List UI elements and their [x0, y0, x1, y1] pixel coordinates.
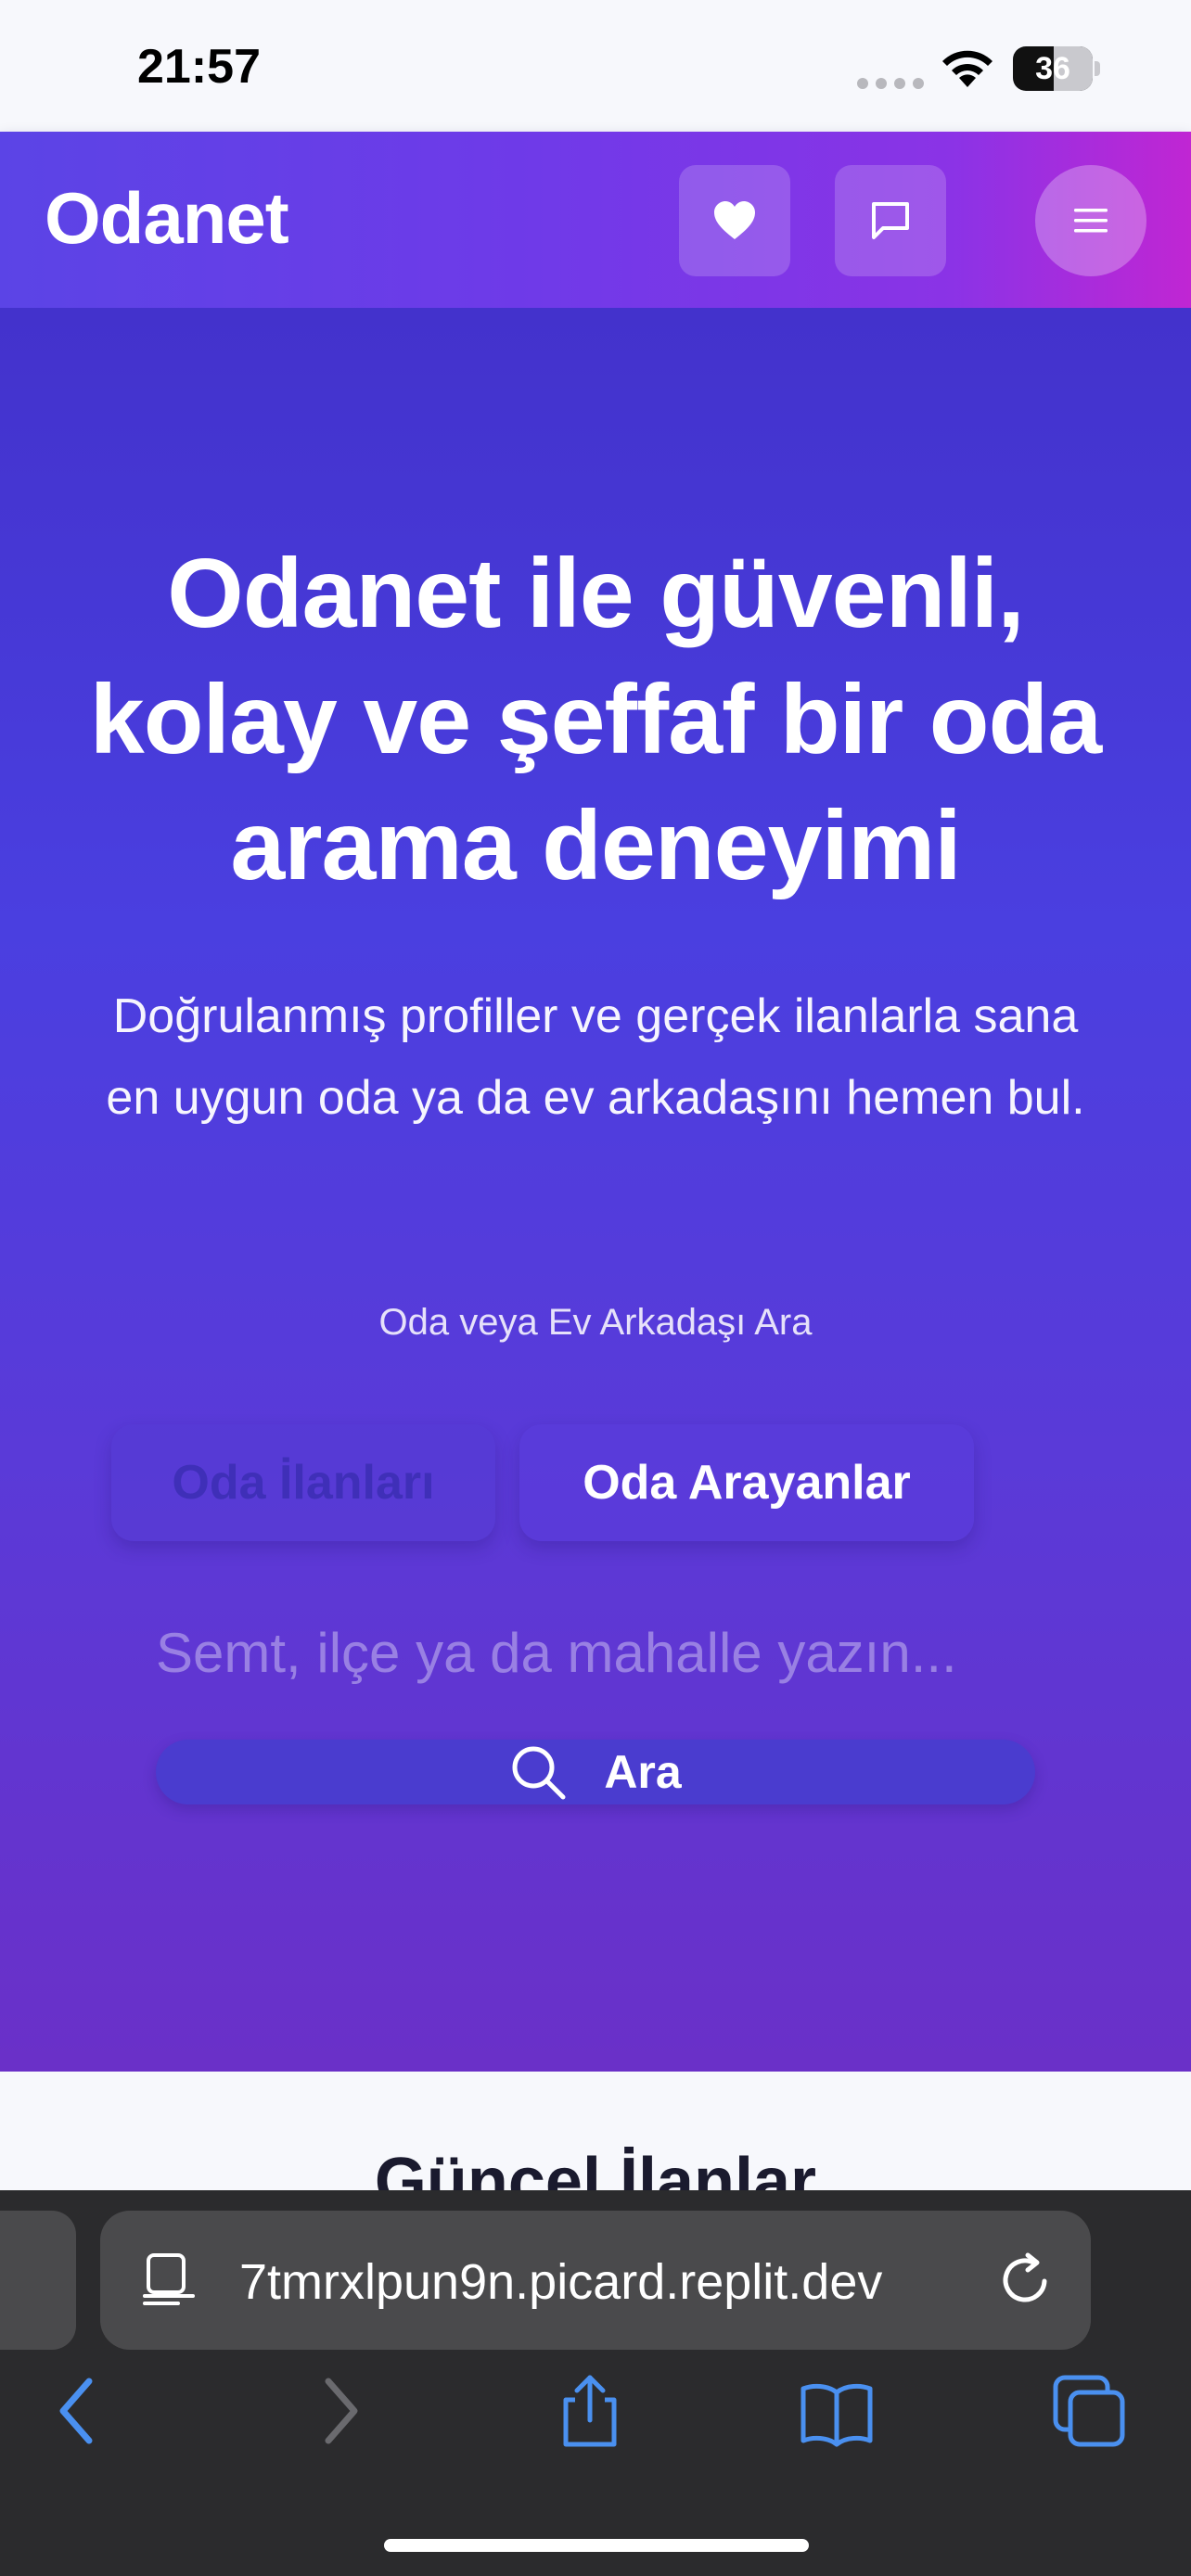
tab-room-seekers[interactable]: Oda Arayanlar	[519, 1424, 974, 1541]
url-text: 7tmrxlpun9n.picard.replit.dev	[239, 2254, 883, 2310]
app-header: Odanet	[0, 132, 1191, 308]
favorites-button[interactable]	[679, 165, 790, 276]
search-icon	[512, 1746, 566, 1800]
search-label: Oda veya Ev Arkadaşı Ara	[378, 1302, 813, 1343]
battery-level: 36	[1035, 50, 1070, 86]
menu-icon	[1074, 209, 1108, 233]
hero-subtitle: Doğrulanmış profiller ve gerçek ilanlarl…	[106, 989, 1085, 1125]
home-indicator	[384, 2539, 809, 2552]
hero-section: Odanet ile güvenli, kolay ve şeffaf bir …	[0, 308, 1191, 2072]
messages-button[interactable]	[835, 165, 946, 276]
battery-icon: 36	[1013, 46, 1102, 93]
page-settings-icon[interactable]	[141, 2251, 197, 2309]
forward-icon[interactable]	[301, 2374, 375, 2448]
previous-tab-preview[interactable]	[0, 2211, 76, 2350]
address-bar[interactable]: 7tmrxlpun9n.picard.replit.dev	[100, 2211, 1091, 2350]
heart-icon	[714, 201, 755, 239]
tab-room-listings[interactable]: Oda İlanları	[111, 1424, 495, 1541]
wifi-icon	[942, 50, 992, 87]
menu-button[interactable]	[1035, 165, 1146, 276]
reload-icon[interactable]	[998, 2251, 1054, 2309]
hero-title: Odanet ile güvenli, kolay ve şeffaf bir …	[89, 539, 1102, 900]
tabs-icon[interactable]	[1052, 2374, 1126, 2448]
message-icon	[872, 202, 909, 239]
bookmarks-icon[interactable]	[800, 2374, 874, 2448]
brand-logo[interactable]: Odanet	[45, 176, 289, 261]
cellular-signal-icon	[857, 78, 924, 89]
search-button-label: Ara	[604, 1746, 682, 1798]
search-button[interactable]: Ara	[156, 1740, 1035, 1804]
search-input[interactable]	[156, 1610, 1035, 1695]
status-time: 21:57	[137, 40, 261, 94]
status-bar: 21:57 36	[0, 0, 1191, 132]
share-icon[interactable]	[553, 2374, 627, 2448]
back-icon[interactable]	[43, 2374, 117, 2448]
